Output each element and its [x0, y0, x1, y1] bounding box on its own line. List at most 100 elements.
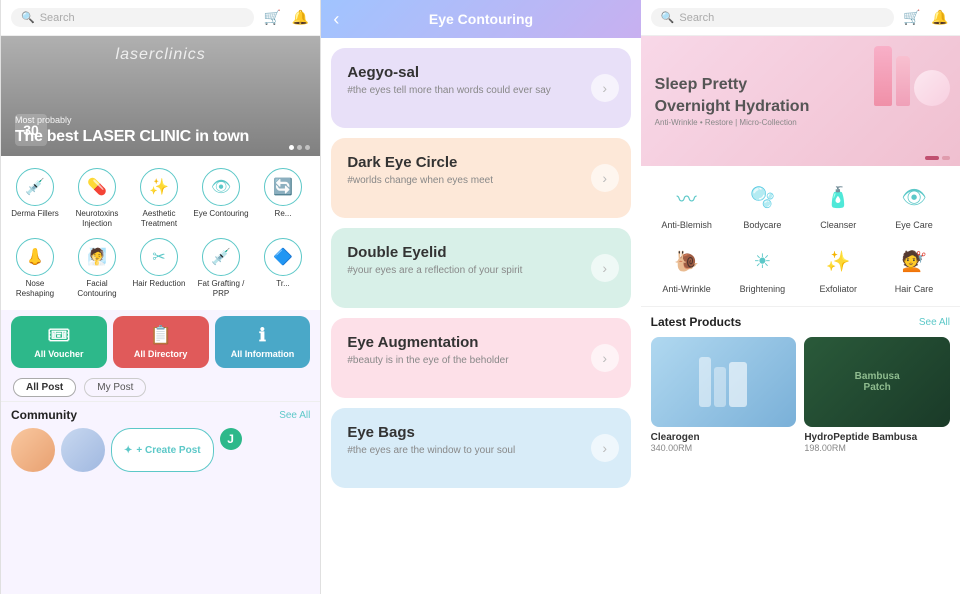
product-price-0: 340.00RM: [651, 443, 797, 453]
btn-label-0: All Voucher: [34, 349, 83, 359]
panel3-cat-3[interactable]: 👁 Eye Care: [876, 172, 952, 236]
panel1-tabs: All Post My Post: [1, 374, 320, 402]
cat-icon-6: 🧖: [78, 238, 116, 276]
panel1-cart-icon[interactable]: 🛒: [262, 8, 282, 28]
cat-icon-0: 💉: [16, 168, 54, 206]
panel1-cat-5[interactable]: 👃 Nose Reshaping: [5, 234, 65, 302]
panel3-cat-0[interactable]: 〰 Anti-Blemish: [649, 172, 725, 236]
p3-cat-icon-3: 👁: [895, 178, 933, 216]
products-grid: Clearogen 340.00RM BambusaPatch HydroPep…: [651, 337, 950, 453]
product-card-1[interactable]: BambusaPatch HydroPeptide Bambusa 198.00…: [804, 337, 950, 453]
btn-label-2: All Information: [231, 349, 295, 359]
p3-cat-icon-1: 🫧: [743, 178, 781, 216]
eye-card-arrow-4: ›: [591, 434, 619, 462]
p3-cat-icon-0: 〰: [668, 178, 706, 216]
panel1-cat-4[interactable]: 🔄 Re...: [253, 164, 313, 232]
panel1-cat-2[interactable]: ✨ Aesthetic Treatment: [129, 164, 189, 232]
panel1-topbar: 🔍 Search 🛒 🔔: [1, 0, 320, 36]
panel3-bell-icon[interactable]: 🔔: [930, 8, 950, 28]
btn-icon-1: 📋: [149, 325, 171, 346]
panel1-cat-3[interactable]: 👁 Eye Contouring: [191, 164, 251, 232]
panel1-search-box[interactable]: 🔍 Search: [11, 8, 254, 27]
eye-card-arrow-3: ›: [591, 344, 619, 372]
p3-cat-label-1: Bodycare: [743, 220, 781, 230]
panel2-list: Aegyo-sal #the eyes tell more than words…: [321, 38, 640, 594]
panel3-cat-7[interactable]: 💇 Hair Care: [876, 236, 952, 300]
product-card-0[interactable]: Clearogen 340.00RM: [651, 337, 797, 453]
eye-card-sub-3: #beauty is in the eye of the beholder: [347, 355, 582, 366]
eye-card-title-4: Eye Bags: [347, 424, 582, 441]
panel1-btn-2[interactable]: ℹ All Information: [215, 316, 311, 368]
product-bottle-2: [896, 56, 910, 106]
cat-label-9: Tr...: [276, 279, 289, 289]
panel3-cat-4[interactable]: 🐌 Anti-Wrinkle: [649, 236, 725, 300]
eye-card-4[interactable]: Eye Bags #the eyes are the window to you…: [331, 408, 630, 488]
product-img-1: BambusaPatch: [804, 337, 950, 427]
community-avatar-3: J: [220, 428, 242, 450]
eye-card-arrow-1: ›: [591, 164, 619, 192]
product-bottle-1: [874, 46, 892, 106]
back-button[interactable]: ‹: [333, 9, 339, 30]
panel1-hero: laserclinics Most probably The best LASE…: [1, 36, 320, 156]
panel1-cat-0[interactable]: 💉 Derma Fillers: [5, 164, 65, 232]
panel1-btn-0[interactable]: 🎟 All Voucher: [11, 316, 107, 368]
cat-icon-7: ✂: [140, 238, 178, 276]
community-see-all[interactable]: See All: [279, 410, 310, 421]
panel3-hero-title-line2: Overnight Hydration: [655, 97, 810, 116]
panel3-topbar: 🔍 Search 🛒 🔔: [641, 0, 960, 36]
hero-dot-1: [289, 145, 294, 150]
panel3-hero: Sleep Pretty Overnight Hydration Anti-Wr…: [641, 36, 960, 166]
p3-cat-label-6: Exfoliator: [819, 284, 857, 294]
panel3-cat-1[interactable]: 🫧 Bodycare: [724, 172, 800, 236]
panel3-cat-5[interactable]: ☀ Brightening: [724, 236, 800, 300]
eye-card-3[interactable]: Eye Augmentation #beauty is in the eye o…: [331, 318, 630, 398]
panel1-cat-6[interactable]: 🧖 Facial Contouring: [67, 234, 127, 302]
panel1-btn-1[interactable]: 📋 All Directory: [113, 316, 209, 368]
eye-card-title-1: Dark Eye Circle: [347, 154, 582, 171]
latest-header: Latest Products See All: [651, 315, 950, 329]
panel1-search-placeholder: Search: [40, 12, 75, 24]
eye-card-title-3: Eye Augmentation: [347, 334, 582, 351]
eye-card-sub-2: #your eyes are a reflection of your spir…: [347, 265, 582, 276]
panel1-cat-9[interactable]: 🔷 Tr...: [253, 234, 313, 302]
create-post-button[interactable]: ✦ + Create Post: [111, 428, 214, 472]
panel3-cat-2[interactable]: 🧴 Cleanser: [800, 172, 876, 236]
panel3-hero-subtitle: Anti-Wrinkle • Restore | Micro-Collectio…: [655, 118, 810, 127]
cat-label-0: Derma Fillers: [11, 209, 59, 219]
btn-label-1: All Directory: [134, 349, 188, 359]
product-img-0: [651, 337, 797, 427]
panel3-search-box[interactable]: 🔍 Search: [651, 8, 894, 27]
eye-card-title-0: Aegyo-sal: [347, 64, 582, 81]
panel3-cart-icon[interactable]: 🛒: [902, 8, 922, 28]
panel1-cat-8[interactable]: 💉 Fat Grafting / PRP: [191, 234, 251, 302]
panel3-hero-dot-1: [925, 156, 939, 160]
cat-label-6: Facial Contouring: [69, 279, 125, 298]
community-title: Community: [11, 408, 77, 422]
create-post-label: + Create Post: [136, 445, 200, 456]
latest-title: Latest Products: [651, 315, 742, 329]
cat-label-2: Aesthetic Treatment: [131, 209, 187, 228]
eye-card-0[interactable]: Aegyo-sal #the eyes tell more than words…: [331, 48, 630, 128]
panel3-hero-products: [874, 46, 950, 106]
panel1-hero-title: The best LASER CLINIC in town: [15, 127, 249, 146]
cat-label-1: Neurotoxins Injection: [69, 209, 125, 228]
panel1-cat-7[interactable]: ✂ Hair Reduction: [129, 234, 189, 302]
cat-label-5: Nose Reshaping: [7, 279, 63, 298]
search-icon-p3: 🔍: [661, 11, 675, 24]
eye-card-1[interactable]: Dark Eye Circle #worlds change when eyes…: [331, 138, 630, 218]
eye-card-2[interactable]: Double Eyelid #your eyes are a reflectio…: [331, 228, 630, 308]
cat-icon-5: 👃: [16, 238, 54, 276]
panel1-tab-0[interactable]: All Post: [13, 378, 76, 397]
panel3-see-all[interactable]: See All: [919, 317, 950, 328]
p3-cat-label-3: Eye Care: [895, 220, 933, 230]
panel1-tab-1[interactable]: My Post: [84, 378, 146, 397]
p3-cat-label-5: Brightening: [740, 284, 786, 294]
panel1-bell-icon[interactable]: 🔔: [290, 8, 310, 28]
panel3-cat-6[interactable]: ✨ Exfoliator: [800, 236, 876, 300]
panel1-hero-sub: Most probably: [15, 115, 249, 125]
community-header: Community See All: [11, 408, 310, 422]
panel3-search-placeholder: Search: [679, 12, 714, 24]
panel1-cat-1[interactable]: 💊 Neurotoxins Injection: [67, 164, 127, 232]
cat-label-4: Re...: [275, 209, 292, 219]
panel1-hero-dots: [289, 145, 310, 150]
